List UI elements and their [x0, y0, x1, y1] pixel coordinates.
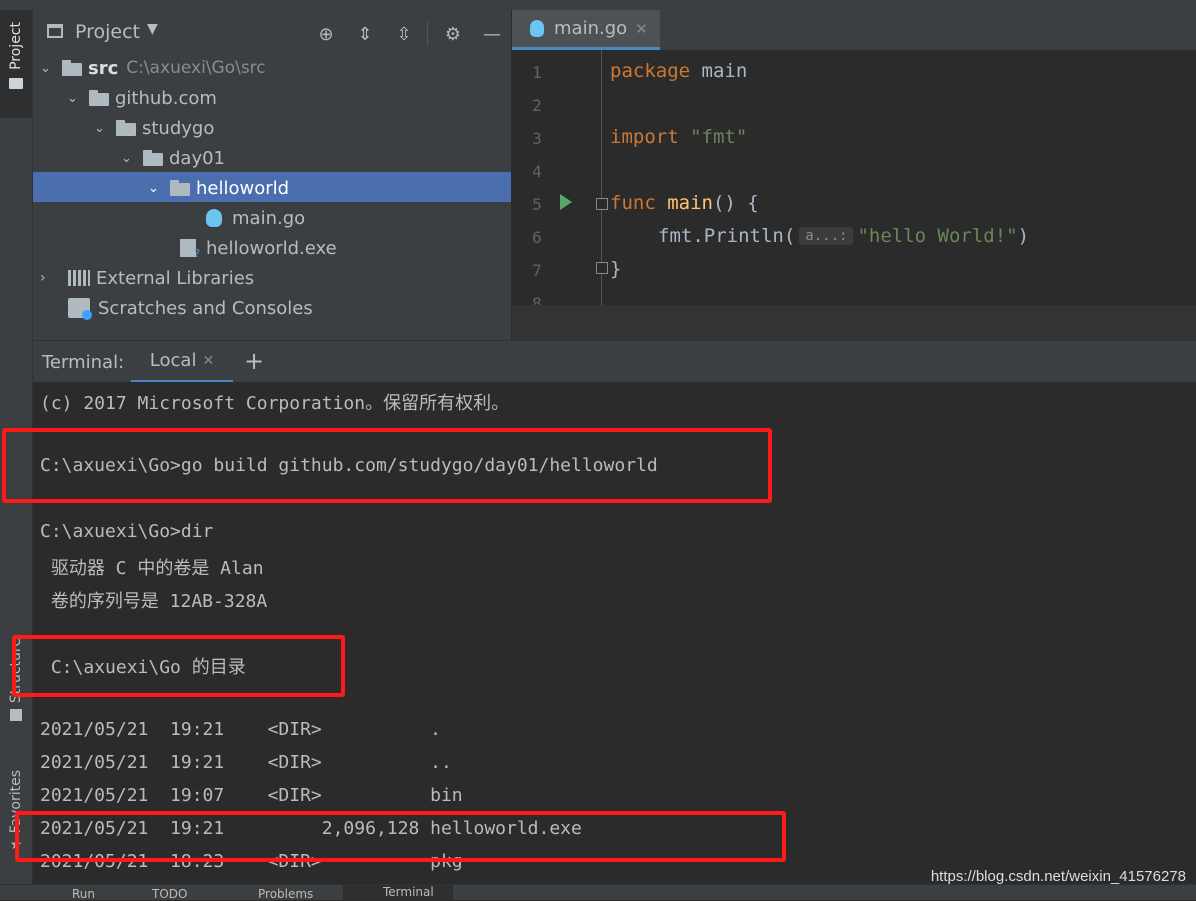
run-gutter-icon[interactable]	[560, 194, 572, 210]
tree-item-helloworld[interactable]: ⌄ helloworld	[148, 173, 289, 203]
tree-item-main-go[interactable]: main.go	[206, 203, 305, 233]
tree-item-label: helloworld	[196, 177, 290, 199]
editor-breadcrumb-bar	[512, 305, 1196, 340]
editor-tab-main-go[interactable]: main.go ✕	[512, 10, 660, 50]
line-number: 6	[532, 228, 542, 247]
terminal-line: 2021/05/21 19:07 <DIR> bin	[40, 785, 463, 806]
line-number: 2	[532, 96, 542, 115]
tree-item-external-libraries[interactable]: › External Libraries	[40, 263, 254, 293]
minimize-icon[interactable]: —	[479, 22, 505, 46]
folder-icon	[89, 90, 109, 106]
terminal-line: 2021/05/21 19:21 <DIR> ..	[40, 752, 452, 773]
chevron-down-icon: ⌄	[40, 60, 51, 76]
tool-tab-project-label: Project	[8, 22, 24, 70]
highlight-box-directory	[12, 635, 345, 697]
structure-icon	[10, 709, 22, 722]
gopher-icon	[206, 209, 222, 227]
bottom-tab-terminal[interactable]: Terminal	[343, 885, 453, 900]
project-panel-header: Project ▼ ⊕ ⇕ ⇳ ⚙ —	[33, 10, 511, 56]
tool-tab-project[interactable]: Project	[0, 10, 32, 118]
collapse-all-icon[interactable]: ⇳	[391, 22, 417, 46]
line-number: 7	[532, 261, 542, 280]
project-view-icon	[47, 24, 63, 38]
chevron-down-icon[interactable]: ▼	[147, 21, 158, 37]
terminal-line: C:\axuexi\Go>dir	[40, 521, 214, 542]
tree-item-label: main.go	[232, 207, 306, 229]
parameter-hint: a...:	[799, 227, 854, 245]
gopher-icon	[530, 20, 544, 37]
line-number: 3	[532, 129, 542, 148]
unknown-file-icon: ?	[180, 239, 200, 260]
fold-icon[interactable]	[596, 198, 608, 210]
project-panel-title[interactable]: Project	[75, 21, 140, 43]
watermark: https://blog.csdn.net/weixin_41576278	[930, 868, 1186, 885]
tree-item-label: Scratches and Consoles	[98, 297, 313, 319]
terminal-line: 卷的序列号是 12AB-328A	[40, 591, 268, 612]
terminal-line: (c) 2017 Microsoft Corporation。保留所有权利。	[40, 393, 510, 414]
add-terminal-icon[interactable]: +	[244, 347, 264, 375]
terminal-header: Terminal: Local ✕ +	[33, 340, 1196, 383]
chevron-down-icon: ⌄	[94, 120, 105, 136]
chevron-down-icon: ⌄	[148, 180, 159, 196]
editor-tab-bar: main.go ✕	[512, 10, 1196, 50]
tree-item-label: github.com	[115, 87, 217, 109]
folder-icon	[62, 60, 82, 76]
code-line-3: import "fmt"	[610, 126, 748, 148]
terminal-title: Terminal:	[42, 352, 125, 373]
bottom-tool-bar: Run TODO Problems Terminal	[0, 884, 1196, 901]
highlight-box-build-command	[2, 428, 772, 503]
tree-item-label: External Libraries	[96, 267, 255, 289]
close-icon[interactable]: ✕	[202, 353, 214, 369]
code-editor[interactable]: 1 2 3 4 5 6 7 8 package main import "fmt…	[512, 50, 1196, 305]
code-line-7: }	[610, 258, 622, 280]
tree-item-day01[interactable]: ⌄ day01	[121, 143, 225, 173]
tree-item-label: studygo	[142, 117, 215, 139]
folder-icon	[170, 180, 190, 196]
gear-icon[interactable]: ⚙	[440, 22, 466, 46]
tree-item-label: day01	[169, 147, 226, 169]
folder-icon	[143, 150, 163, 166]
terminal-tab-label: Local	[149, 350, 197, 371]
terminal-line: 驱动器 C 中的卷是 Alan	[40, 558, 264, 579]
tree-item-src[interactable]: ⌄ src C:\axuexi\Go\src	[40, 53, 266, 83]
highlight-box-exe-file	[15, 811, 786, 862]
chevron-down-icon: ⌄	[67, 90, 78, 106]
close-icon[interactable]: ✕	[635, 20, 648, 38]
locate-icon[interactable]: ⊕	[313, 22, 339, 46]
code-line-5: func main() {	[610, 192, 759, 214]
code-line-6: fmt.Println(a...: "hello World!")	[658, 225, 1030, 247]
code-line-1: package main	[610, 60, 748, 82]
tree-item-helloworld-exe[interactable]: ? helloworld.exe	[180, 233, 337, 263]
line-number: 8	[532, 294, 542, 305]
library-icon	[68, 270, 90, 286]
scratches-icon	[68, 298, 92, 320]
chevron-right-icon: ›	[40, 270, 46, 286]
chevron-down-icon: ⌄	[121, 150, 132, 166]
tree-item-label: helloworld.exe	[206, 237, 337, 259]
line-number: 5	[532, 195, 542, 214]
line-number: 4	[532, 162, 542, 181]
tree-item-path: C:\axuexi\Go\src	[126, 58, 266, 78]
fold-icon[interactable]	[596, 262, 608, 274]
tree-item-label: src	[88, 57, 119, 79]
line-number: 1	[532, 63, 542, 82]
folder-icon	[9, 77, 23, 89]
expand-all-icon[interactable]: ⇕	[352, 22, 378, 46]
terminal-line: 2021/05/21 19:21 <DIR> .	[40, 719, 441, 740]
editor-tab-label: main.go	[554, 18, 628, 39]
terminal-tab-local[interactable]: Local ✕	[131, 341, 233, 383]
toolbar-divider	[427, 22, 428, 46]
tree-item-studygo[interactable]: ⌄ studygo	[94, 113, 214, 143]
tree-item-github[interactable]: ⌄ github.com	[67, 83, 217, 113]
tree-item-scratches[interactable]: Scratches and Consoles	[68, 293, 313, 323]
folder-icon	[116, 120, 136, 136]
